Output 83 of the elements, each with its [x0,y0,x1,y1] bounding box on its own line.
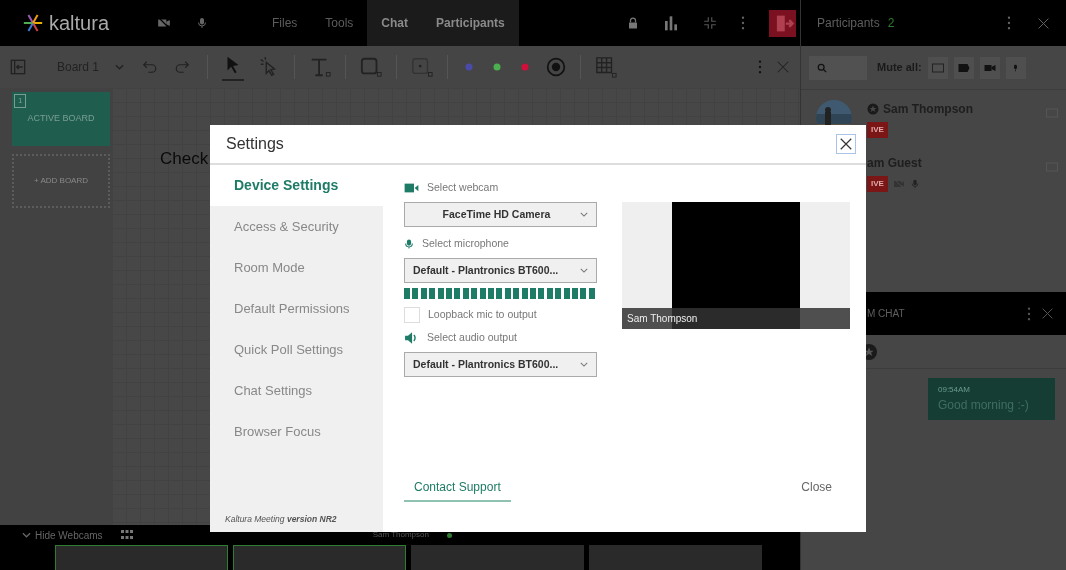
chevron-down-icon [580,362,588,367]
chat-title: M CHAT [867,307,905,321]
bar-chart-icon[interactable] [663,15,679,31]
hide-webcams-button[interactable]: Hide Webcams [22,527,103,543]
close-button[interactable]: Close [801,478,832,502]
field-label: Select microphone [422,236,509,252]
top-tab[interactable]: Participants [422,0,519,46]
more-icon[interactable] [1007,16,1011,30]
checkbox[interactable] [404,307,420,323]
camera-off-icon[interactable] [156,16,172,30]
speaker-icon [404,331,419,345]
more-icon[interactable] [1027,306,1031,321]
search-icon [817,62,827,73]
board-number: 1 [14,94,27,108]
panel-title: Participants [817,15,880,32]
settings-nav-item[interactable]: Access & Security [210,206,383,247]
participant-count: 2 [887,15,895,32]
canvas-text: Check [160,149,209,168]
chevron-down-icon [115,64,125,70]
field-label: Select audio output [427,330,517,346]
version-text: Kaltura Meeting version NR2 [224,513,338,527]
settings-nav-item[interactable]: Default Permissions [210,288,383,329]
add-board-button[interactable]: + ADD BOARD [12,154,110,208]
text-icon [309,56,332,78]
tool-button[interactable] [411,56,434,78]
settings-nav-item[interactable]: Browser Focus [210,411,383,452]
speaking-dot [446,532,452,538]
record-icon[interactable] [546,57,567,77]
grid-icon[interactable] [595,56,618,78]
chevron-down-icon [22,532,31,538]
chat-tag-icon [957,62,970,73]
logo-text: kaltura [49,11,110,36]
microphone-select[interactable]: Default - Plantronics BT600... [404,258,597,283]
field-label: Select webcam [427,180,499,196]
rectangle-icon [360,56,383,78]
settings-nav-item[interactable]: Room Mode [210,247,383,288]
live-badge: IVE [867,176,888,192]
collapse-panel-icon[interactable] [10,58,26,76]
checkbox-label: Loopback mic to output [428,307,537,323]
moderator-star-icon [867,103,879,115]
video-camera-icon [983,63,996,72]
board-label: ACTIVE BOARD [27,112,95,126]
mute-microphones-button[interactable] [1005,56,1026,79]
tool-button[interactable] [309,56,332,78]
top-tab[interactable]: Tools [311,0,368,46]
contact-support-link[interactable]: Contact Support [404,478,511,502]
close-icon[interactable] [776,60,790,74]
top-tab[interactable]: Chat [367,0,423,46]
shrink-icon[interactable] [703,16,717,30]
close-icon [839,137,853,151]
settings-nav-item[interactable]: Device Settings [210,165,383,206]
live-badge: IVE [867,122,888,138]
tool-button[interactable] [360,56,383,78]
settings-nav-item[interactable]: Chat Settings [210,370,383,411]
close-button[interactable] [836,134,856,154]
screen-icon [931,62,944,73]
speaker-name: Sam Thompson [372,529,429,541]
more-icon[interactable] [741,16,745,30]
webcam-select[interactable]: FaceTime HD Camera [404,202,597,227]
chevron-down-icon [580,268,588,273]
mute-cameras-button[interactable] [979,56,1000,79]
settings-nav-item[interactable]: Quick Poll Settings [210,329,383,370]
mute-screens-button[interactable] [927,56,948,79]
microphone-icon [404,237,414,251]
mute-chat-button[interactable] [953,56,974,79]
preview-name: Sam Thompson [627,312,698,326]
exit-button-icon[interactable] [769,9,796,37]
microphone-icon[interactable] [909,178,920,190]
audio-output-select[interactable]: Default - Plantronics BT600... [404,352,597,377]
search-field[interactable] [809,55,867,80]
dot-square-icon [411,56,434,78]
chevron-down-icon [580,212,588,217]
more-icon[interactable] [758,60,762,74]
grid-dots-icon[interactable] [120,530,133,540]
top-tab[interactable]: Files [258,0,312,46]
message-time: 09:54AM [938,384,972,396]
close-icon[interactable] [1041,307,1054,320]
video-camera-icon [404,183,419,193]
lock-icon[interactable] [627,16,639,30]
board-thumbnail[interactable]: 1 ACTIVE BOARD [12,92,110,146]
logo-icon [22,12,44,34]
close-icon[interactable] [1037,16,1050,30]
dialog-title: Settings [226,134,284,154]
